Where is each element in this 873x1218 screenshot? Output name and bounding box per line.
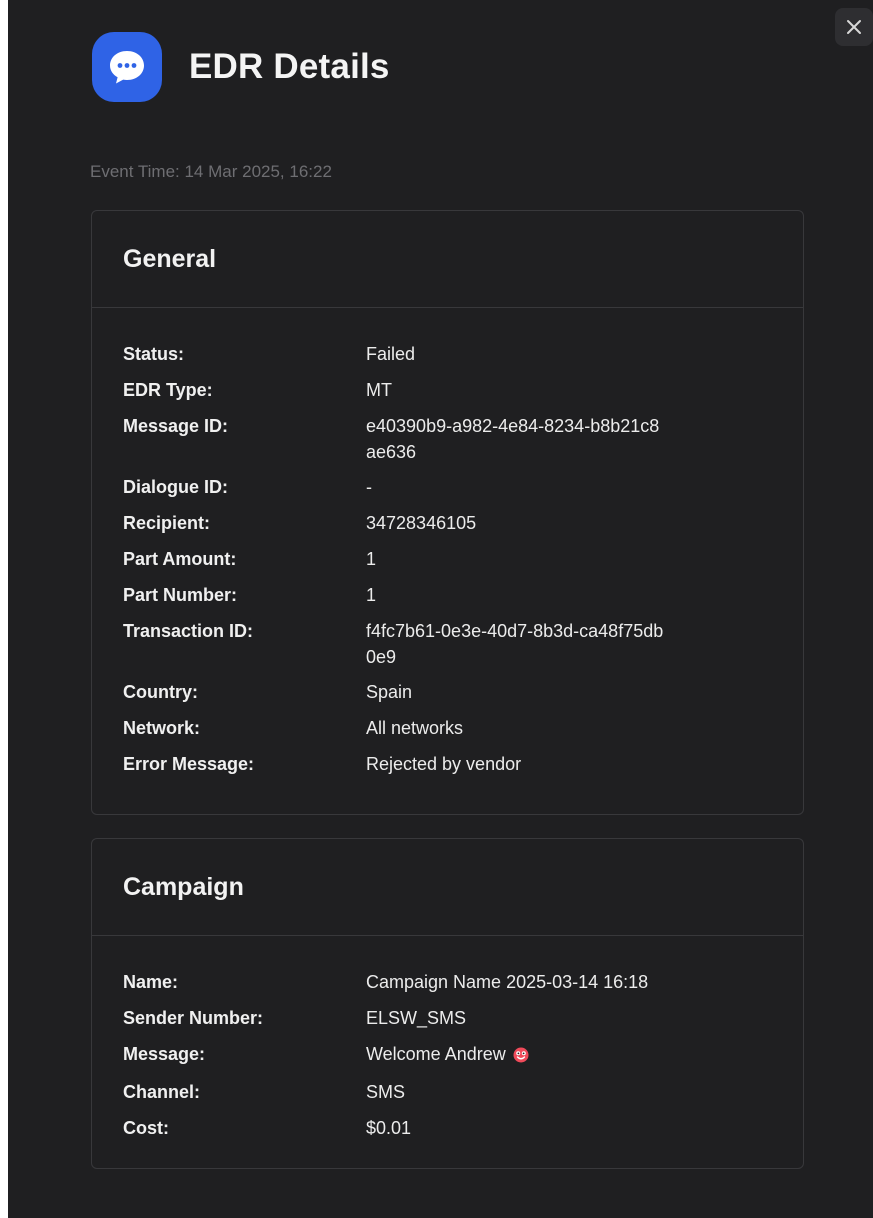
message-id-label: Message ID: [123, 415, 229, 436]
country-row: Country: Spain [123, 679, 803, 705]
close-icon [847, 20, 861, 34]
sender-number-label: Sender Number: [123, 1007, 264, 1028]
campaign-name-row: Name: Campaign Name 2025-03-14 16:18 [123, 969, 803, 995]
part-number-label: Part Number: [123, 584, 238, 605]
country-value: Spain [366, 682, 413, 703]
dialogue-id-label: Dialogue ID: [123, 477, 229, 498]
channel-row: Channel: SMS [123, 1079, 803, 1105]
cost-value: $0.01 [366, 1118, 412, 1139]
edr-type-label: EDR Type: [123, 379, 213, 400]
error-message-value: Rejected by vendor [366, 753, 522, 774]
campaign-name-label: Name: [123, 972, 179, 992]
general-details-list: Status: Failed EDR Type: MT Message ID: … [92, 308, 803, 777]
sender-number-row: Sender Number: ELSW_SMS [123, 1005, 803, 1031]
recipient-value: 34728346105 [366, 513, 477, 534]
message-id-row: Message ID: e40390b9-a982-4e84-8234-b8b2… [123, 413, 803, 465]
campaign-card: Campaign Name: Campaign Name 2025-03-14 … [91, 838, 804, 1169]
transaction-id-value: f4fc7b61-0e3e-40d7-8b3d-ca48f75db0e9 [366, 620, 664, 667]
transaction-id-label: Transaction ID: [123, 620, 254, 641]
close-button[interactable] [835, 8, 873, 46]
status-value: Failed [366, 344, 416, 364]
general-card-title: General [123, 244, 217, 273]
campaign-details-list: Name: Campaign Name 2025-03-14 16:18 Sen… [92, 936, 803, 1141]
network-label: Network: [123, 718, 201, 739]
channel-value: SMS [366, 1082, 406, 1103]
part-amount-value: 1 [366, 548, 377, 569]
campaign-name-value: Campaign Name 2025-03-14 16:18 [366, 972, 649, 992]
zany-face-emoji-icon [513, 1044, 529, 1070]
error-message-row: Error Message: Rejected by vendor [123, 751, 803, 777]
dialogue-id-value: - [366, 477, 372, 498]
error-message-label: Error Message: [123, 753, 255, 774]
chat-bubble-icon [92, 32, 162, 102]
country-label: Country: [123, 682, 198, 703]
part-amount-label: Part Amount: [123, 548, 237, 569]
message-value: Welcome Andrew [366, 1041, 666, 1070]
channel-label: Channel: [123, 1082, 201, 1103]
message-id-value: e40390b9-a982-4e84-8234-b8b21c8ae636 [366, 415, 660, 462]
campaign-card-header: Campaign [92, 839, 803, 936]
edr-type-row: EDR Type: MT [123, 377, 803, 403]
network-value: All networks [366, 718, 464, 739]
recipient-label: Recipient: [123, 513, 211, 534]
general-card-header: General [92, 211, 803, 308]
cost-row: Cost: $0.01 [123, 1115, 803, 1141]
cost-label: Cost: [123, 1118, 169, 1139]
edr-type-value: MT [366, 379, 392, 400]
campaign-card-title: Campaign [123, 872, 244, 901]
part-number-value: 1 [366, 584, 377, 605]
edr-details-dialog: EDR Details Event Time: 14 Mar 2025, 16:… [8, 0, 873, 1218]
message-text: Welcome Andrew [366, 1043, 506, 1064]
dialogue-id-row: Dialogue ID: - [123, 474, 803, 500]
dialog-header: EDR Details [92, 32, 390, 102]
status-row: Status: Failed [123, 341, 803, 367]
part-number-row: Part Number: 1 [123, 582, 803, 608]
part-amount-row: Part Amount: 1 [123, 546, 803, 572]
transaction-id-row: Transaction ID: f4fc7b61-0e3e-40d7-8b3d-… [123, 618, 803, 670]
event-time: Event Time: 14 Mar 2025, 16:22 [90, 162, 332, 181]
recipient-row: Recipient: 34728346105 [123, 510, 803, 536]
network-row: Network: All networks [123, 715, 803, 741]
general-card: General Status: Failed EDR Type: MT Mess… [91, 210, 804, 815]
message-row: Message: Welcome Andrew [123, 1041, 803, 1070]
dialog-title: EDR Details [189, 47, 390, 86]
message-label: Message: [123, 1043, 206, 1064]
status-label: Status: [123, 344, 185, 364]
sender-number-value: ELSW_SMS [366, 1007, 467, 1028]
